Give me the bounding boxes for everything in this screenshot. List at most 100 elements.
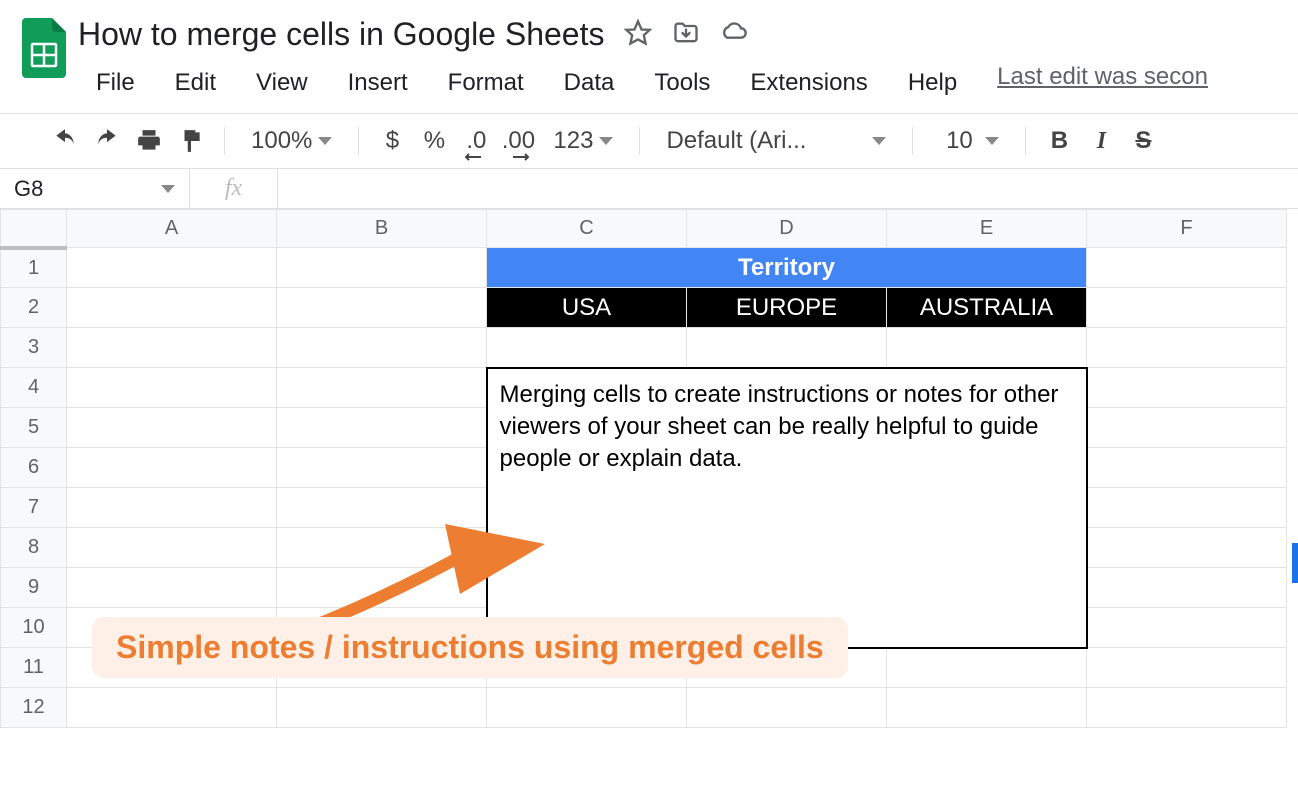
cell[interactable] — [67, 408, 277, 448]
cell[interactable] — [67, 608, 277, 648]
column-header-e[interactable]: E — [887, 210, 1087, 248]
select-all-corner[interactable] — [1, 210, 67, 248]
cell[interactable] — [1087, 248, 1287, 288]
cell[interactable] — [687, 688, 887, 728]
cell[interactable] — [277, 568, 487, 608]
name-box[interactable]: G8 — [0, 169, 190, 208]
font-family-dropdown[interactable]: Default (Ari... — [656, 122, 896, 160]
cell[interactable] — [1087, 528, 1287, 568]
row-header-9[interactable]: 9 — [1, 568, 67, 608]
cell[interactable] — [277, 488, 487, 528]
cell[interactable] — [1087, 448, 1287, 488]
region-cell-usa[interactable]: USA — [487, 288, 687, 328]
row-header-4[interactable]: 4 — [1, 368, 67, 408]
row-header-7[interactable]: 7 — [1, 488, 67, 528]
row-header-8[interactable]: 8 — [1, 528, 67, 568]
menu-format[interactable]: Format — [430, 63, 542, 103]
cell[interactable] — [277, 648, 487, 688]
menu-extensions[interactable]: Extensions — [732, 63, 885, 103]
column-header-a[interactable]: A — [67, 210, 277, 248]
bold-button[interactable]: B — [1042, 122, 1076, 160]
menu-insert[interactable]: Insert — [330, 63, 426, 103]
column-header-b[interactable]: B — [277, 210, 487, 248]
column-header-d[interactable]: D — [687, 210, 887, 248]
region-cell-europe[interactable]: EUROPE — [687, 288, 887, 328]
merged-note-cell[interactable]: Merging cells to create instructions or … — [487, 368, 1087, 648]
cell[interactable] — [67, 288, 277, 328]
cell[interactable] — [687, 328, 887, 368]
cell[interactable] — [67, 528, 277, 568]
menu-help[interactable]: Help — [890, 63, 975, 103]
column-header-c[interactable]: C — [487, 210, 687, 248]
row-header-2[interactable]: 2 — [1, 288, 67, 328]
decrease-decimal-button[interactable]: .0 — [459, 122, 493, 160]
cell[interactable] — [1087, 608, 1287, 648]
menu-tools[interactable]: Tools — [636, 63, 728, 103]
region-cell-australia[interactable]: AUSTRALIA — [887, 288, 1087, 328]
cell[interactable] — [1087, 408, 1287, 448]
cell[interactable] — [277, 608, 487, 648]
cell[interactable] — [67, 568, 277, 608]
currency-button[interactable]: $ — [375, 122, 409, 160]
cell[interactable] — [887, 688, 1087, 728]
cell[interactable] — [67, 688, 277, 728]
percent-button[interactable]: % — [417, 122, 451, 160]
menu-file[interactable]: File — [78, 63, 153, 103]
paint-format-button[interactable] — [174, 122, 208, 160]
cell[interactable] — [1087, 688, 1287, 728]
cell[interactable] — [277, 328, 487, 368]
menu-view[interactable]: View — [238, 63, 326, 103]
font-size-dropdown[interactable]: 10 — [929, 122, 1009, 160]
cell[interactable] — [67, 328, 277, 368]
star-icon[interactable] — [624, 19, 652, 47]
document-title[interactable]: How to merge cells in Google Sheets — [78, 8, 604, 57]
last-edit-link[interactable]: Last edit was secon — [997, 63, 1208, 103]
cell[interactable] — [67, 488, 277, 528]
grid-table[interactable]: A B C D E F 1 Territory 2 USA EUROPE AUS… — [0, 209, 1287, 728]
menu-data[interactable]: Data — [546, 63, 633, 103]
cell[interactable] — [67, 648, 277, 688]
cell[interactable] — [67, 248, 277, 288]
sheets-logo-icon[interactable] — [20, 18, 68, 78]
move-to-folder-icon[interactable] — [672, 19, 700, 47]
cell[interactable] — [277, 288, 487, 328]
cell[interactable] — [67, 368, 277, 408]
undo-button[interactable] — [48, 122, 82, 160]
row-header-10[interactable]: 10 — [1, 608, 67, 648]
menu-edit[interactable]: Edit — [157, 63, 234, 103]
increase-decimal-button[interactable]: .00 — [501, 122, 535, 160]
cell[interactable] — [1087, 648, 1287, 688]
cell[interactable] — [687, 648, 887, 688]
cell[interactable] — [1087, 368, 1287, 408]
cell[interactable] — [277, 528, 487, 568]
cell[interactable] — [887, 648, 1087, 688]
row-header-11[interactable]: 11 — [1, 648, 67, 688]
cell[interactable] — [487, 328, 687, 368]
zoom-dropdown[interactable]: 100% — [241, 122, 342, 160]
row-header-12[interactable]: 12 — [1, 688, 67, 728]
cell[interactable] — [277, 448, 487, 488]
cell[interactable] — [67, 448, 277, 488]
cell[interactable] — [487, 688, 687, 728]
cell[interactable] — [277, 368, 487, 408]
row-header-6[interactable]: 6 — [1, 448, 67, 488]
row-header-1[interactable]: 1 — [1, 248, 67, 288]
cell[interactable] — [487, 648, 687, 688]
merged-territory-header[interactable]: Territory — [487, 248, 1087, 288]
cloud-status-icon[interactable] — [720, 19, 748, 47]
cell[interactable] — [1087, 488, 1287, 528]
italic-button[interactable]: I — [1084, 122, 1118, 160]
strikethrough-button[interactable]: S — [1126, 122, 1160, 160]
more-formats-dropdown[interactable]: 123 — [543, 122, 623, 160]
formula-input[interactable] — [278, 169, 1298, 208]
row-header-3[interactable]: 3 — [1, 328, 67, 368]
cell[interactable] — [1087, 328, 1287, 368]
redo-button[interactable] — [90, 122, 124, 160]
column-header-f[interactable]: F — [1087, 210, 1287, 248]
print-button[interactable] — [132, 122, 166, 160]
row-header-5[interactable]: 5 — [1, 408, 67, 448]
cell[interactable] — [277, 408, 487, 448]
cell[interactable] — [277, 248, 487, 288]
cell[interactable] — [887, 328, 1087, 368]
cell[interactable] — [1087, 568, 1287, 608]
